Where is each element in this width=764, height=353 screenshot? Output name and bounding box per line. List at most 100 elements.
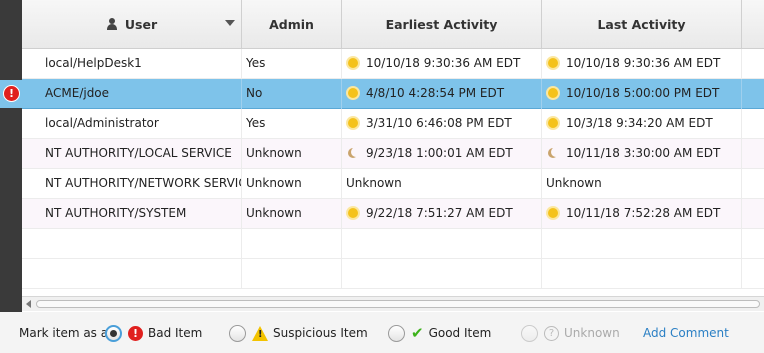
cell-user-text: local/HelpDesk1 [45,56,142,70]
unknown-label: Unknown [564,326,620,340]
table-row[interactable]: local/Administrator Yes 3/31/10 6:46:08 PM… [22,109,764,139]
sun-icon [548,208,558,218]
mark-item-prefix-text: Mark item as a [19,326,109,340]
cell-user: local/HelpDesk1 [22,49,242,79]
cell-earliest-activity: 10/10/18 9:30:36 AM EDT [342,49,542,79]
cell-last-activity-text: Unknown [546,176,602,190]
table-row[interactable]: NT AUTHORITY/SYSTEM Unknown 9/22/18 7:51:2… [22,199,764,229]
cell-user-text: NT AUTHORITY/NETWORK SERVICE [45,176,242,190]
empty-row [22,229,764,259]
bad-item-icon: ! [128,325,143,341]
cell-admin-text: Unknown [246,206,302,220]
good-item-radio[interactable] [388,324,405,342]
cell-user-text: ACME/jdoe [45,86,110,100]
moon-icon [548,148,558,158]
column-header-last-activity[interactable]: Last Activity [542,0,742,48]
cell-admin-text: Unknown [246,146,302,160]
table-row[interactable]: NT AUTHORITY/NETWORK SERVICE Unknown Unkno… [22,169,764,199]
cell-earliest-activity-text: 10/10/18 9:30:36 AM EDT [366,56,521,70]
good-item-label: Good Item [428,326,492,340]
scrollbar-thumb[interactable] [36,300,760,308]
cell-admin: Yes [242,49,342,79]
table-header: User Admin Earliest Activity Last Activi… [22,0,764,49]
cell-admin: Unknown [242,199,342,229]
checkmark-icon: ✔ [411,324,424,342]
cell-earliest-activity-text: 9/23/18 1:00:01 AM EDT [366,146,513,160]
unknown-option: ? Unknown [521,324,620,342]
cell-last-activity-text: 10/11/18 7:52:28 AM EDT [566,206,721,220]
bad-item-radio[interactable] [105,324,122,342]
cell-last-activity: 10/3/18 9:34:20 AM EDT [542,109,742,139]
cell-earliest-activity-text: 4/8/10 4:28:54 PM EDT [366,86,505,100]
cell-user: NT AUTHORITY/SYSTEM [22,199,242,229]
column-header-user[interactable]: User [22,0,242,48]
suspicious-item-option[interactable]: Suspicious Item [229,324,368,342]
cell-user: NT AUTHORITY/LOCAL SERVICE [22,139,242,169]
sun-icon [548,58,558,68]
cell-earliest-activity: 3/31/10 6:46:08 PM EDT [342,109,542,139]
cell-last-activity: Unknown [542,169,742,199]
question-icon: ? [544,325,559,341]
sun-icon [548,88,558,98]
cell-earliest-activity: Unknown [342,169,542,199]
warning-icon [252,325,268,341]
bad-item-label: Bad Item [148,326,203,340]
cell-admin: Yes [242,109,342,139]
tagging-bar: Mark item as a ! Bad Item Suspicious Ite… [0,312,764,353]
cell-admin-text: Yes [246,116,266,130]
cell-last-activity-text: 10/3/18 9:34:20 AM EDT [566,116,713,130]
bad-item-icon: ! [3,85,20,102]
cell-last-activity: 10/10/18 5:00:00 PM EDT [542,79,742,109]
sun-icon [348,208,358,218]
good-item-option[interactable]: ✔ Good Item [388,324,491,342]
scroll-left-arrow-icon[interactable] [26,300,31,308]
cell-admin-text: Yes [246,56,266,70]
cell-earliest-activity-text: 3/31/10 6:46:08 PM EDT [366,116,512,130]
sun-icon [548,118,558,128]
cell-last-activity: 10/11/18 3:30:00 AM EDT [542,139,742,169]
table-row[interactable]: local/HelpDesk1 Yes 10/10/18 9:30:36 AM ED… [22,49,764,79]
cell-admin: No [242,79,342,109]
row-flag-gutter: ! [0,0,22,312]
cell-user: local/Administrator [22,109,242,139]
moon-icon [348,148,358,158]
bad-item-option[interactable]: ! Bad Item [105,324,202,342]
cell-admin-text: No [246,86,263,100]
column-header-label: User [124,16,158,32]
horizontal-scrollbar[interactable] [22,296,764,311]
cell-admin: Unknown [242,139,342,169]
cell-earliest-activity-text: Unknown [346,176,402,190]
cell-last-activity: 10/11/18 7:52:28 AM EDT [542,199,742,229]
column-header-earliest-activity[interactable]: Earliest Activity [342,0,542,48]
table-row[interactable]: ACME/jdoe No 4/8/10 4:28:54 PM EDT 10/10/18… [22,79,764,109]
empty-row [22,259,764,289]
sun-icon [348,118,358,128]
column-header-label: Admin [269,16,314,32]
cell-user-text: NT AUTHORITY/SYSTEM [45,206,187,220]
table-row[interactable]: NT AUTHORITY/LOCAL SERVICE Unknown 9/23/18… [22,139,764,169]
sort-chevron-down-icon[interactable] [225,20,235,26]
cell-earliest-activity: 4/8/10 4:28:54 PM EDT [342,79,542,109]
sun-icon [348,58,358,68]
user-icon [106,18,118,30]
column-header-label: Earliest Activity [385,16,498,32]
mark-item-label: Mark item as a [19,324,108,342]
cell-last-activity-text: 10/10/18 5:00:00 PM EDT [566,86,720,100]
cell-user-text: local/Administrator [45,116,159,130]
add-comment-label[interactable]: Add Comment [643,326,729,340]
column-header-admin[interactable]: Admin [242,0,342,48]
cell-last-activity: 10/10/18 9:30:36 AM EDT [542,49,742,79]
suspicious-item-label: Suspicious Item [273,326,368,340]
cell-last-activity-text: 10/10/18 9:30:36 AM EDT [566,56,721,70]
add-comment-link[interactable]: Add Comment [643,324,729,342]
cell-earliest-activity: 9/22/18 7:51:27 AM EDT [342,199,542,229]
cell-earliest-activity-text: 9/22/18 7:51:27 AM EDT [366,206,513,220]
suspicious-item-radio[interactable] [229,324,246,342]
column-header-label: Last Activity [597,16,686,32]
cell-user: ACME/jdoe [22,79,242,109]
unknown-radio [521,324,538,342]
cell-admin: Unknown [242,169,342,199]
cell-user: NT AUTHORITY/NETWORK SERVICE [22,169,242,199]
users-table: User Admin Earliest Activity Last Activi… [22,0,764,312]
cell-earliest-activity: 9/23/18 1:00:01 AM EDT [342,139,542,169]
